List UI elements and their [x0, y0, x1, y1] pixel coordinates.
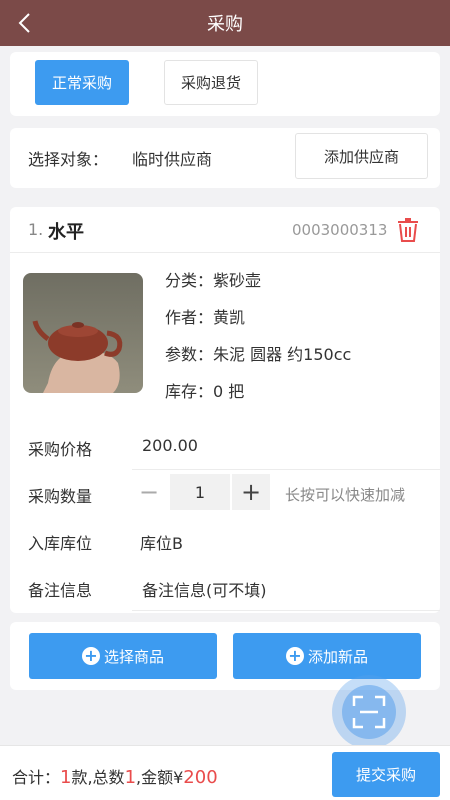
product-stock: 库存：0 把 — [165, 382, 245, 401]
supplier-value[interactable]: 临时供应商 — [132, 146, 212, 170]
quantity-input[interactable]: 1 — [170, 474, 230, 510]
add-new-label: 添加新品 — [307, 647, 368, 666]
scan-fab[interactable] — [332, 675, 406, 749]
quantity-plus-button[interactable]: + — [232, 474, 270, 510]
product-index: 1. — [28, 220, 44, 239]
submit-purchase-button[interactable]: 提交采购 — [332, 752, 440, 797]
back-arrow-icon[interactable] — [14, 11, 38, 35]
plus-circle-icon: + — [81, 647, 100, 665]
product-author: 作者：黄凯 — [165, 308, 246, 327]
note-label: 备注信息 — [28, 581, 93, 600]
page-title: 采购 — [207, 14, 243, 35]
nav-bar: 采购 — [0, 0, 450, 46]
location-select[interactable]: 库位B — [140, 530, 183, 554]
quantity-stepper: − 1 + — [130, 474, 270, 510]
price-label: 采购价格 — [28, 440, 93, 459]
summary-amount: 200 — [183, 767, 218, 788]
footer-bar: 合计：1款,总数1,金额¥200 提交采购 — [0, 745, 450, 800]
note-input[interactable]: 备注信息(可不填) — [142, 577, 267, 601]
summary-prefix: 合计： — [12, 768, 61, 787]
supplier-label: 选择对象： — [28, 150, 109, 169]
product-params: 参数：朱泥 圆器 约150cc — [165, 345, 352, 364]
select-goods-button[interactable]: + 选择商品 — [29, 633, 217, 679]
summary-kinds: 1 — [60, 767, 72, 788]
purchase-return-button[interactable]: 采购退货 — [164, 60, 258, 105]
quantity-minus-button[interactable]: − — [130, 474, 168, 510]
summary-text-1: 款,总数 — [71, 768, 125, 787]
location-row: 入库库位 库位B — [10, 517, 440, 564]
trash-icon[interactable] — [397, 218, 419, 242]
select-goods-label: 选择商品 — [103, 647, 164, 666]
product-code: 0003000313 — [292, 221, 388, 239]
product-header: 1. 水平 0003000313 — [10, 207, 440, 253]
quantity-hint: 长按可以快速加减 — [285, 486, 406, 504]
price-input[interactable]: 200.00 — [142, 436, 198, 455]
purchase-type-segment: 正常采购 采购退货 — [10, 52, 440, 116]
normal-purchase-button[interactable]: 正常采购 — [35, 60, 129, 105]
product-image — [23, 273, 143, 393]
note-row: 备注信息 备注信息(可不填) — [10, 564, 440, 611]
price-row: 采购价格 200.00 — [10, 423, 440, 470]
add-new-product-button[interactable]: + 添加新品 — [233, 633, 421, 679]
quantity-label: 采购数量 — [28, 487, 93, 506]
summary-quantity: 1 — [124, 767, 137, 788]
add-supplier-button[interactable]: 添加供应商 — [295, 133, 428, 179]
quantity-row: 采购数量 − 1 + 长按可以快速加减 — [10, 470, 440, 517]
scan-icon — [352, 695, 386, 729]
summary-text-2: ,金额¥ — [136, 768, 184, 787]
plus-circle-icon: + — [285, 647, 304, 665]
supplier-row: 选择对象： 临时供应商 添加供应商 — [10, 128, 440, 188]
product-category: 分类：紫砂壶 — [165, 271, 262, 290]
product-card: 1. 水平 0003000313 分类：紫砂壶 作者：黄凯 参数：朱泥 圆器 约… — [10, 207, 440, 613]
location-label: 入库库位 — [28, 534, 93, 553]
product-name: 水平 — [48, 222, 84, 243]
order-summary: 合计：1款,总数1,金额¥200 — [12, 764, 218, 788]
